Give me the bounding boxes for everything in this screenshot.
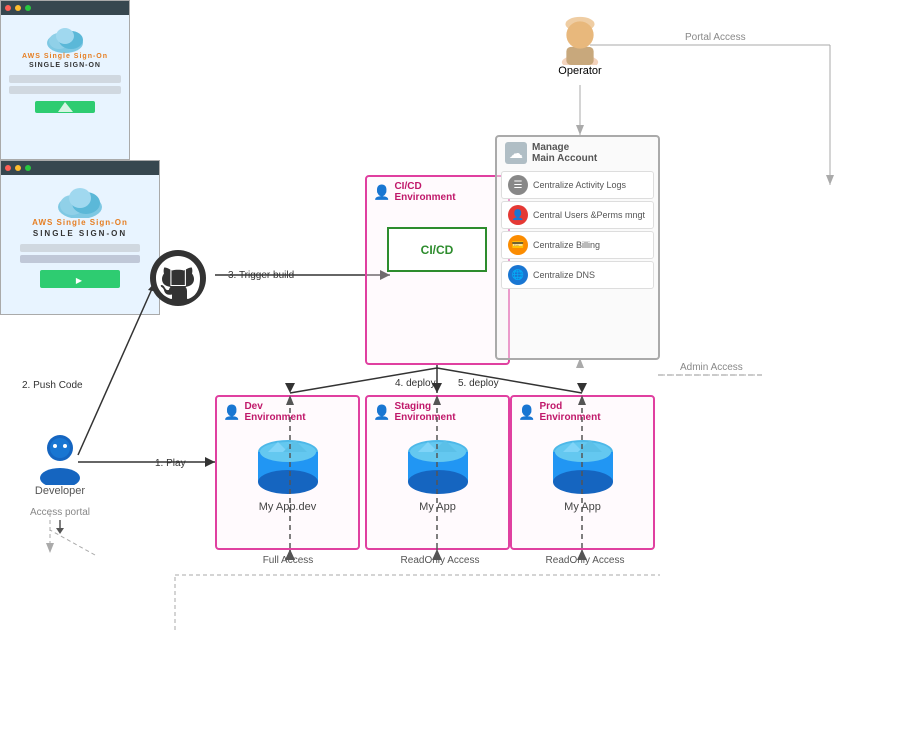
- operator-label: Operator: [558, 65, 601, 77]
- main-account-icon: ☁: [505, 142, 527, 164]
- svg-text:Admin Access: Admin Access: [680, 362, 743, 373]
- developer-label: Developer: [35, 485, 85, 497]
- play-1-label: 1. Play: [155, 458, 186, 469]
- staging-app-icon: [403, 437, 473, 497]
- full-access-label: Full Access: [248, 555, 328, 566]
- cicd-inner-label: CI/CD: [421, 243, 454, 257]
- staging-env-label: Staging Environment: [394, 401, 455, 423]
- dev-env-header: 👤 Dev Environment: [217, 397, 358, 427]
- account-item-dns: 🌐 Centralize DNS: [501, 261, 654, 289]
- developer-access-arrow: [50, 520, 70, 535]
- dns-icon: 🌐: [508, 265, 528, 285]
- dev-env-label: Dev Environment: [244, 401, 305, 423]
- dev-person-icon: 👤: [223, 404, 240, 421]
- cicd-env-box: 👤 CI/CD Environment CI/CD: [365, 175, 510, 365]
- svg-text:☁: ☁: [509, 145, 523, 161]
- cicd-person-icon: 👤: [373, 184, 390, 201]
- main-account-title: Manage Main Account: [532, 142, 597, 164]
- prod-app-label: My App: [564, 501, 601, 513]
- cicd-inner-box: CI/CD: [387, 227, 487, 272]
- deploy-5-label: 5. deploy: [458, 378, 499, 389]
- github-icon: : [148, 248, 208, 308]
- prod-app-icon: [548, 437, 618, 497]
- operator-icon: [555, 15, 605, 65]
- billing-icon: 💳: [508, 235, 528, 255]
- main-account-header: ☁ Manage Main Account: [497, 137, 658, 169]
- deploy-4-label: 4. deploy: [395, 378, 436, 389]
- cicd-env-header: 👤 CI/CD Environment: [367, 177, 508, 207]
- developer-node: Developer Access portal: [20, 430, 100, 535]
- operator-node: Operator: [540, 15, 620, 77]
- cicd-env-label: CI/CD Environment: [394, 181, 455, 203]
- readonly-prod-label: ReadOnly Access: [535, 555, 635, 566]
- push-code-label: 2. Push Code: [22, 380, 83, 391]
- prod-env-header: 👤 Prod Environment: [512, 397, 653, 427]
- diagram-container: Portal Access Admin Access: [0, 0, 911, 729]
- github-node: : [148, 248, 208, 311]
- staging-env-box: 👤 Staging Environment My App: [365, 395, 510, 550]
- trigger-build-label: 3. Trigger build: [228, 270, 294, 281]
- account-item-users: 👤 Central Users &Perms mngt: [501, 201, 654, 229]
- svg-text:Portal Access: Portal Access: [685, 32, 746, 43]
- staging-env-header: 👤 Staging Environment: [367, 397, 508, 427]
- account-item-logs: ☰ Centralize Activity Logs: [501, 171, 654, 199]
- prod-env-box: 👤 Prod Environment My App: [510, 395, 655, 550]
- dev-app-icon: [253, 437, 323, 497]
- developer-icon: [33, 430, 88, 485]
- readonly-staging-label: ReadOnly Access: [390, 555, 490, 566]
- developer-access-label: Access portal: [30, 507, 90, 518]
- staging-person-icon: 👤: [373, 404, 390, 421]
- main-account-box: ☁ Manage Main Account ☰ Centralize Activ…: [495, 135, 660, 360]
- account-item-billing: 💳 Centralize Billing: [501, 231, 654, 259]
- prod-env-label: Prod Environment: [539, 401, 600, 423]
- dev-app-label: My App.dev: [259, 501, 316, 513]
- logs-icon: ☰: [508, 175, 528, 195]
- staging-app-label: My App: [419, 501, 456, 513]
- prod-person-icon: 👤: [518, 404, 535, 421]
- users-icon: 👤: [508, 205, 528, 225]
- dev-env-box: 👤 Dev Environment My App.dev: [215, 395, 360, 550]
